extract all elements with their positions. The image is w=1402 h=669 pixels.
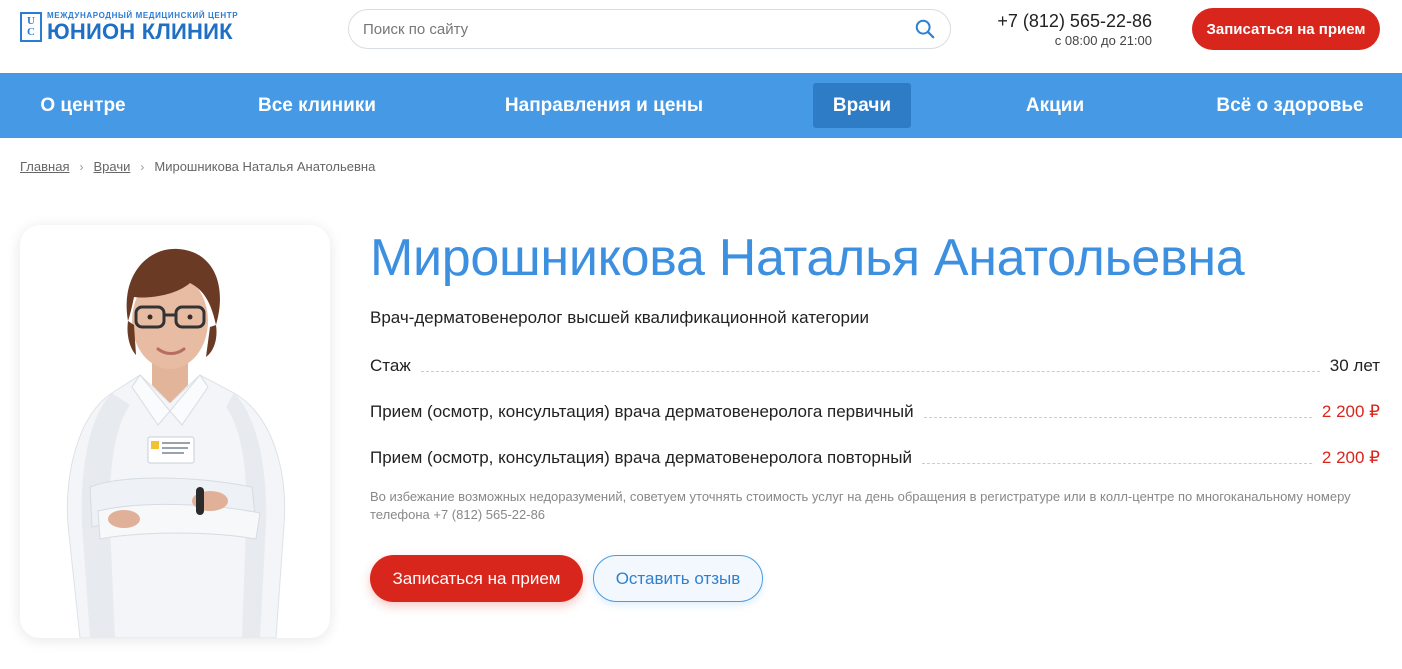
working-hours: с 08:00 до 21:00 — [1054, 33, 1152, 48]
nav-item-clinics[interactable]: Все клиники — [246, 83, 388, 128]
chevron-right-icon: › — [140, 159, 145, 174]
logo-mark: U C — [20, 12, 42, 42]
chevron-right-icon: › — [79, 159, 84, 174]
doctor-name: Мирошникова Наталья Анатольевна — [370, 229, 1245, 287]
service-price: 2 200 ₽ — [1321, 402, 1380, 421]
experience-value: 30 лет — [1329, 356, 1380, 375]
search-input[interactable] — [363, 20, 914, 38]
site-logo[interactable]: U C МЕЖДУНАРОДНЫЙ МЕДИЦИНСКИЙ ЦЕНТР ЮНИО… — [20, 10, 280, 44]
main-nav: О центре Все клиники Направления и цены … — [0, 73, 1402, 138]
doctor-photo — [66, 248, 286, 638]
nav-item-directions[interactable]: Направления и цены — [496, 83, 712, 128]
experience-label: Стаж — [370, 356, 411, 375]
logo-title: ЮНИОН КЛИНИК — [47, 19, 233, 44]
search-box — [348, 9, 951, 49]
logo-text: МЕЖДУНАРОДНЫЙ МЕДИЦИНСКИЙ ЦЕНТР ЮНИОН КЛ… — [47, 11, 238, 43]
dotted-leader — [921, 463, 1312, 464]
experience-row: Стаж 30 лет — [370, 352, 1380, 376]
logo-mark-bottom: C — [27, 26, 35, 38]
service-label: Прием (осмотр, консультация) врача дерма… — [370, 402, 914, 421]
nav-item-health[interactable]: Всё о здоровье — [1206, 83, 1374, 128]
service-price: 2 200 ₽ — [1321, 448, 1380, 467]
nav-item-promotions[interactable]: Акции — [1010, 83, 1100, 128]
service-row: Прием (осмотр, консультация) врача дерма… — [370, 398, 1380, 422]
contact-block: +7 (812) 565-22-86 с 08:00 до 21:00 — [990, 10, 1152, 50]
leave-review-button[interactable]: Оставить отзыв — [593, 555, 763, 602]
breadcrumb: Главная › Врачи › Мирошникова Наталья Ан… — [20, 159, 375, 174]
service-row: Прием (осмотр, консультация) врача дерма… — [370, 444, 1380, 468]
nav-item-about[interactable]: О центре — [22, 83, 144, 128]
phone-number[interactable]: +7 (812) 565-22-86 — [990, 10, 1152, 32]
site-header: U C МЕЖДУНАРОДНЫЙ МЕДИЦИНСКИЙ ЦЕНТР ЮНИО… — [0, 0, 1402, 73]
breadcrumb-current: Мирошникова Наталья Анатольевна — [154, 159, 376, 174]
search-icon[interactable] — [914, 18, 936, 40]
breadcrumb-home-link[interactable]: Главная — [20, 159, 69, 174]
service-label: Прием (осмотр, консультация) врача дерма… — [370, 448, 912, 467]
price-disclaimer: Во избежание возможных недоразумений, со… — [370, 489, 1351, 522]
appointment-button[interactable]: Записаться на прием — [370, 555, 583, 602]
dotted-leader — [420, 371, 1320, 372]
doctor-position: Врач-дерматовенеролог высшей квалификаци… — [370, 308, 869, 327]
dotted-leader — [923, 417, 1312, 418]
doctor-photo-card — [20, 225, 330, 638]
header-appointment-button[interactable]: Записаться на прием — [1192, 8, 1380, 50]
breadcrumb-doctors-link[interactable]: Врачи — [93, 159, 130, 174]
nav-item-doctors[interactable]: Врачи — [813, 83, 911, 128]
